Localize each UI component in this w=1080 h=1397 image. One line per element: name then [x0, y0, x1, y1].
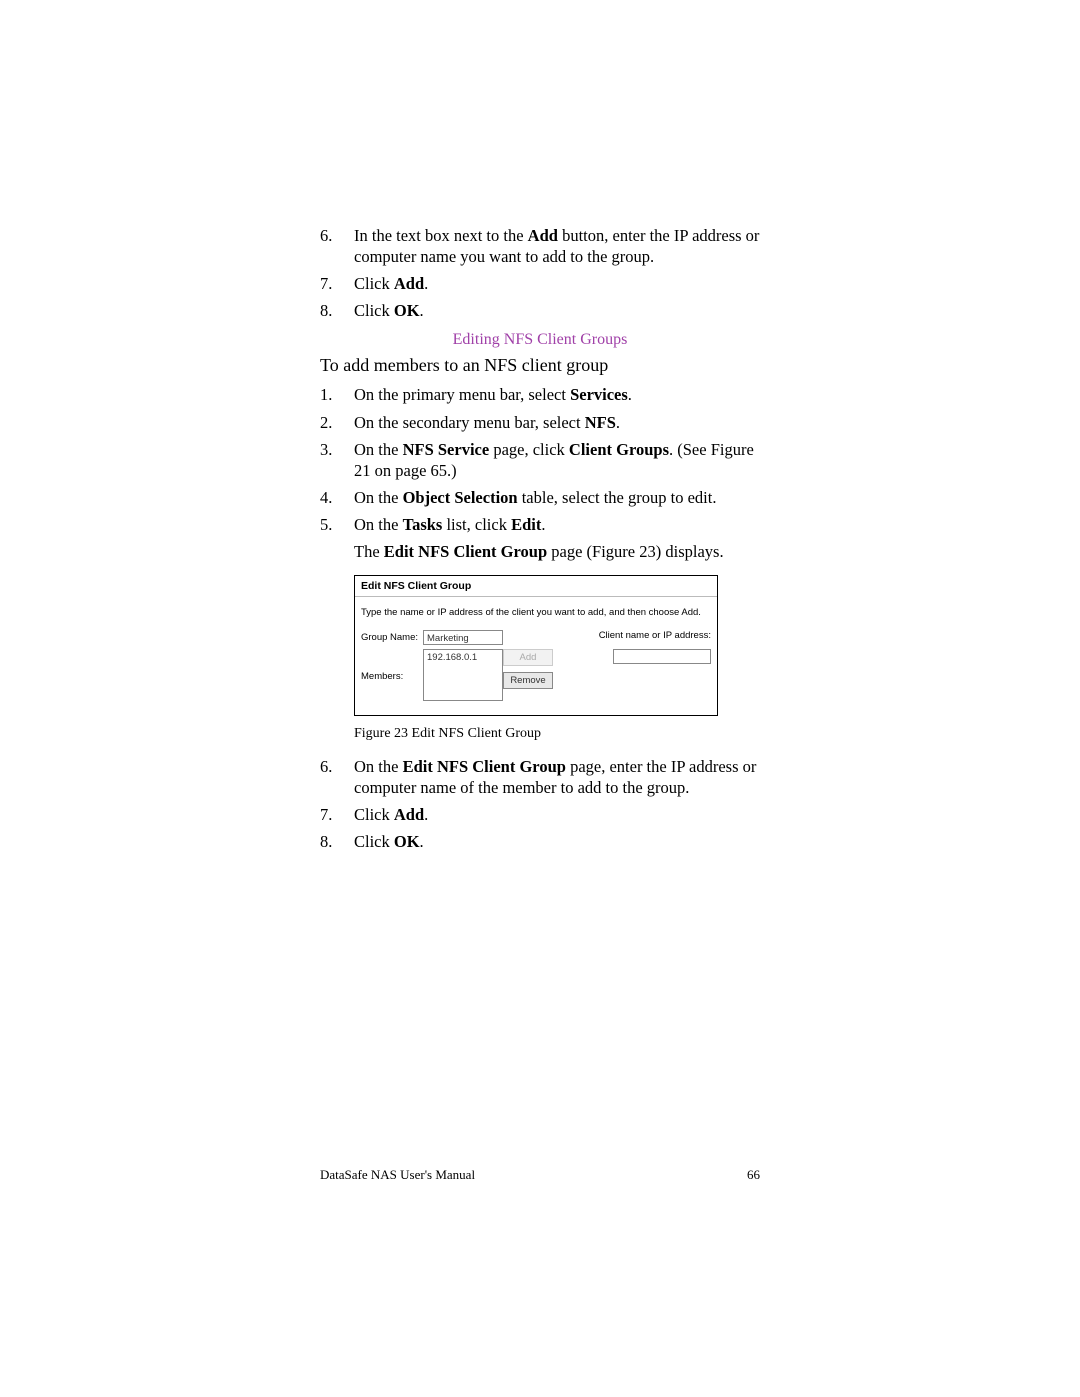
subsection-heading: To add members to an NFS client group: [320, 355, 760, 376]
step-item: 3.On the NFS Service page, click Client …: [320, 439, 760, 481]
step-item: 7.Click Add.: [320, 804, 760, 825]
step-text: On the NFS Service page, click Client Gr…: [354, 439, 760, 481]
step-number: 7.: [320, 273, 354, 294]
step-item: 8.Click OK.: [320, 831, 760, 852]
step-text: On the secondary menu bar, select NFS.: [354, 412, 760, 433]
group-name-input[interactable]: Marketing: [423, 630, 503, 645]
step-number: 8.: [320, 831, 354, 852]
step-item: 6.On the Edit NFS Client Group page, ent…: [320, 756, 760, 798]
step-text: On the Object Selection table, select th…: [354, 487, 760, 508]
footer-page-number: 66: [747, 1167, 760, 1183]
step-number: 6.: [320, 225, 354, 267]
result-text: The Edit NFS Client Group page (Figure 2…: [354, 541, 760, 563]
step-item: 7.Click Add.: [320, 273, 760, 294]
step-item: 4.On the Object Selection table, select …: [320, 487, 760, 508]
step-item: 6.In the text box next to the Add button…: [320, 225, 760, 267]
footer-manual-title: DataSafe NAS User's Manual: [320, 1167, 475, 1183]
step-item: 2.On the secondary menu bar, select NFS.: [320, 412, 760, 433]
step-text: Click Add.: [354, 273, 760, 294]
step-number: 5.: [320, 514, 354, 535]
client-ip-label: Client name or IP address:: [599, 630, 711, 641]
step-text: On the primary menu bar, select Services…: [354, 384, 760, 405]
members-label: Members:: [361, 649, 423, 682]
step-item: 8.Click OK.: [320, 300, 760, 321]
members-listbox[interactable]: 192.168.0.1: [423, 649, 503, 701]
section-link: Editing NFS Client Groups: [320, 331, 760, 349]
add-button[interactable]: Add: [503, 649, 553, 666]
step-number: 8.: [320, 300, 354, 321]
step-text: Click Add.: [354, 804, 760, 825]
step-text: On the Tasks list, click Edit.: [354, 514, 760, 535]
group-name-label: Group Name:: [361, 630, 423, 643]
step-item: 1.On the primary menu bar, select Servic…: [320, 384, 760, 405]
step-text: On the Edit NFS Client Group page, enter…: [354, 756, 760, 798]
step-number: 3.: [320, 439, 354, 481]
edit-nfs-client-group-dialog: Edit NFS Client Group Type the name or I…: [354, 575, 718, 716]
client-ip-input[interactable]: [613, 649, 711, 664]
remove-button[interactable]: Remove: [503, 672, 553, 689]
step-text: In the text box next to the Add button, …: [354, 225, 760, 267]
step-item: 5.On the Tasks list, click Edit.: [320, 514, 760, 535]
step-text: Click OK.: [354, 831, 760, 852]
dialog-instruction: Type the name or IP address of the clien…: [361, 607, 711, 618]
dialog-title: Edit NFS Client Group: [355, 576, 717, 597]
step-number: 4.: [320, 487, 354, 508]
step-number: 2.: [320, 412, 354, 433]
step-number: 7.: [320, 804, 354, 825]
step-number: 1.: [320, 384, 354, 405]
figure-caption: Figure 23 Edit NFS Client Group: [354, 726, 760, 742]
step-number: 6.: [320, 756, 354, 798]
step-text: Click OK.: [354, 300, 760, 321]
